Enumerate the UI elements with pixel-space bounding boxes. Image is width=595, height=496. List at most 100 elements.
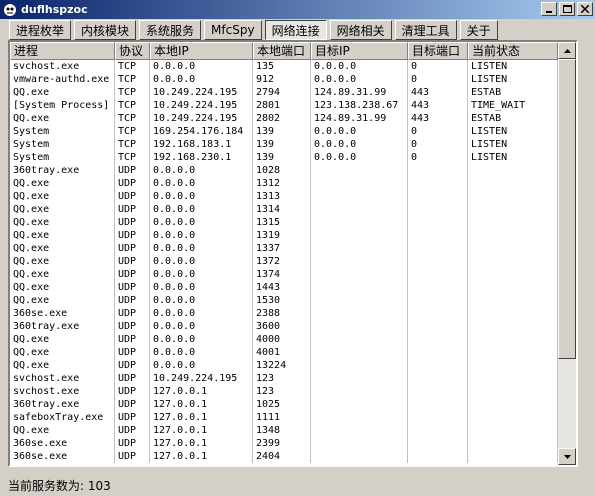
connections-list[interactable]: 进程 协议 本地IP 本地端口 目标IP 目标端口 当前状态 svchost.e… <box>8 40 578 467</box>
table-row[interactable]: QQ.exe TCP 10.249.224.195 2794 124.89.31.99 4… <box>10 86 558 99</box>
column-header-process[interactable]: 进程 <box>10 42 115 60</box>
table-row[interactable]: QQ.exe UDP 0.0.0.0 1337 <box>10 242 558 255</box>
table-row[interactable]: [System Process] TCP 10.249.224.195 2801 123… <box>10 99 558 112</box>
column-header-local-port[interactable]: 本地端口 <box>253 42 311 60</box>
cell-remote-port <box>408 190 468 203</box>
tab-network-related[interactable]: 网络相关 <box>329 20 392 40</box>
table-row[interactable]: svchost.exe UDP 10.249.224.195 123 <box>10 372 558 385</box>
table-row[interactable]: 360tray.exe UDP 0.0.0.0 1028 <box>10 164 558 177</box>
cell-state <box>468 268 558 281</box>
cell-local-port: 1315 <box>253 216 311 229</box>
table-row[interactable]: svchost.exe TCP 0.0.0.0 135 0.0.0.0 0 LISTEN <box>10 60 558 73</box>
close-button[interactable] <box>577 2 593 16</box>
cell-remote-port <box>408 385 468 398</box>
cell-protocol: UDP <box>115 229 150 242</box>
cell-protocol: TCP <box>115 73 150 86</box>
cell-remote-ip: 0.0.0.0 <box>311 73 408 86</box>
cell-remote-port <box>408 346 468 359</box>
scroll-up-button[interactable] <box>558 42 576 59</box>
table-row[interactable]: 360se.exe UDP 127.0.0.1 2404 <box>10 450 558 463</box>
cell-remote-ip <box>311 307 408 320</box>
cell-remote-port <box>408 164 468 177</box>
cell-remote-ip <box>311 424 408 437</box>
tab-system-services[interactable]: 系统服务 <box>139 20 202 40</box>
table-row[interactable]: System TCP 169.254.176.184 139 0.0.0.0 0 LISTE… <box>10 125 558 138</box>
status-label: 当前服务数为: <box>8 479 85 493</box>
cell-state <box>468 242 558 255</box>
cell-remote-ip: 124.89.31.99 <box>311 112 408 125</box>
table-row[interactable]: 360se.exe UDP 127.0.0.1 2399 <box>10 437 558 450</box>
table-row[interactable]: QQ.exe UDP 0.0.0.0 4000 <box>10 333 558 346</box>
cell-local-ip: 0.0.0.0 <box>150 190 253 203</box>
cell-remote-ip <box>311 333 408 346</box>
cell-process: QQ.exe <box>10 346 115 359</box>
cell-state: ESTAB <box>468 86 558 99</box>
cell-local-ip: 169.254.176.184 <box>150 125 253 138</box>
cell-protocol: UDP <box>115 255 150 268</box>
tab-kernel-modules[interactable]: 内核模块 <box>74 20 137 40</box>
tab-process-enum[interactable]: 进程枚举 <box>9 20 72 40</box>
column-header-local-ip[interactable]: 本地IP <box>150 42 253 60</box>
table-row[interactable]: QQ.exe UDP 0.0.0.0 1312 <box>10 177 558 190</box>
cell-state <box>468 372 558 385</box>
table-row[interactable]: System TCP 192.168.230.1 139 0.0.0.0 0 LISTEN <box>10 151 558 164</box>
column-header-protocol[interactable]: 协议 <box>115 42 150 60</box>
table-row[interactable]: 360tray.exe UDP 127.0.0.1 1025 <box>10 398 558 411</box>
cell-state <box>468 385 558 398</box>
cell-state: LISTEN <box>468 60 558 73</box>
column-header-state[interactable]: 当前状态 <box>468 42 558 60</box>
table-row[interactable]: System TCP 192.168.183.1 139 0.0.0.0 0 LISTEN <box>10 138 558 151</box>
table-row[interactable]: vmware-authd.exe TCP 0.0.0.0 912 0.0.0.0 0 LIS… <box>10 73 558 86</box>
tab-mfcspy[interactable]: MfcSpy <box>204 20 262 40</box>
table-row[interactable]: QQ.exe UDP 0.0.0.0 1374 <box>10 268 558 281</box>
table-row[interactable]: QQ.exe UDP 0.0.0.0 1372 <box>10 255 558 268</box>
maximize-button[interactable] <box>559 2 575 16</box>
cell-local-ip: 0.0.0.0 <box>150 268 253 281</box>
cell-protocol: TCP <box>115 112 150 125</box>
cell-state <box>468 177 558 190</box>
cell-protocol: UDP <box>115 164 150 177</box>
table-row[interactable]: QQ.exe UDP 0.0.0.0 1319 <box>10 229 558 242</box>
table-row[interactable]: safeboxTray.exe UDP 127.0.0.1 1111 <box>10 411 558 424</box>
minimize-button[interactable] <box>541 2 557 16</box>
table-row[interactable]: QQ.exe UDP 0.0.0.0 13224 <box>10 359 558 372</box>
list-header: 进程 协议 本地IP 本地端口 目标IP 目标端口 当前状态 <box>10 42 558 60</box>
column-header-remote-port[interactable]: 目标端口 <box>408 42 468 60</box>
table-row[interactable]: QQ.exe UDP 0.0.0.0 1443 <box>10 281 558 294</box>
cell-remote-ip: 0.0.0.0 <box>311 138 408 151</box>
cell-remote-port <box>408 411 468 424</box>
table-row[interactable]: 360se.exe UDP 0.0.0.0 2388 <box>10 307 558 320</box>
cell-remote-port <box>408 255 468 268</box>
cell-protocol: UDP <box>115 268 150 281</box>
column-header-remote-ip[interactable]: 目标IP <box>311 42 408 60</box>
cell-state <box>468 255 558 268</box>
cell-remote-port: 0 <box>408 151 468 164</box>
cell-local-ip: 127.0.0.1 <box>150 450 253 463</box>
tab-network-connections[interactable]: 网络连接 <box>264 20 327 40</box>
cell-process: QQ.exe <box>10 281 115 294</box>
scroll-down-button[interactable] <box>558 448 576 465</box>
table-row[interactable]: QQ.exe UDP 127.0.0.1 1348 <box>10 424 558 437</box>
table-row[interactable]: 360tray.exe UDP 0.0.0.0 3600 <box>10 320 558 333</box>
cell-state: TIME_WAIT <box>468 99 558 112</box>
cell-process: vmware-authd.exe <box>10 73 115 86</box>
table-row[interactable]: QQ.exe UDP 0.0.0.0 1530 <box>10 294 558 307</box>
table-row[interactable]: QQ.exe UDP 0.0.0.0 1314 <box>10 203 558 216</box>
vertical-scrollbar[interactable] <box>558 42 576 465</box>
tab-about[interactable]: 关于 <box>459 20 498 40</box>
cell-protocol: UDP <box>115 307 150 320</box>
table-row[interactable]: QQ.exe UDP 0.0.0.0 1313 <box>10 190 558 203</box>
cell-remote-port <box>408 216 468 229</box>
scrollbar-thumb[interactable] <box>558 59 576 359</box>
cell-protocol: UDP <box>115 385 150 398</box>
cell-local-ip: 0.0.0.0 <box>150 216 253 229</box>
table-row[interactable]: QQ.exe TCP 10.249.224.195 2802 124.89.31.99 4… <box>10 112 558 125</box>
cell-local-port: 912 <box>253 73 311 86</box>
cell-local-ip: 10.249.224.195 <box>150 99 253 112</box>
table-row[interactable]: svchost.exe UDP 127.0.0.1 123 <box>10 385 558 398</box>
cell-state <box>468 294 558 307</box>
scroll-down-icon <box>563 454 571 459</box>
table-row[interactable]: QQ.exe UDP 0.0.0.0 4001 <box>10 346 558 359</box>
table-row[interactable]: QQ.exe UDP 0.0.0.0 1315 <box>10 216 558 229</box>
tab-cleanup-tools[interactable]: 清理工具 <box>394 20 457 40</box>
